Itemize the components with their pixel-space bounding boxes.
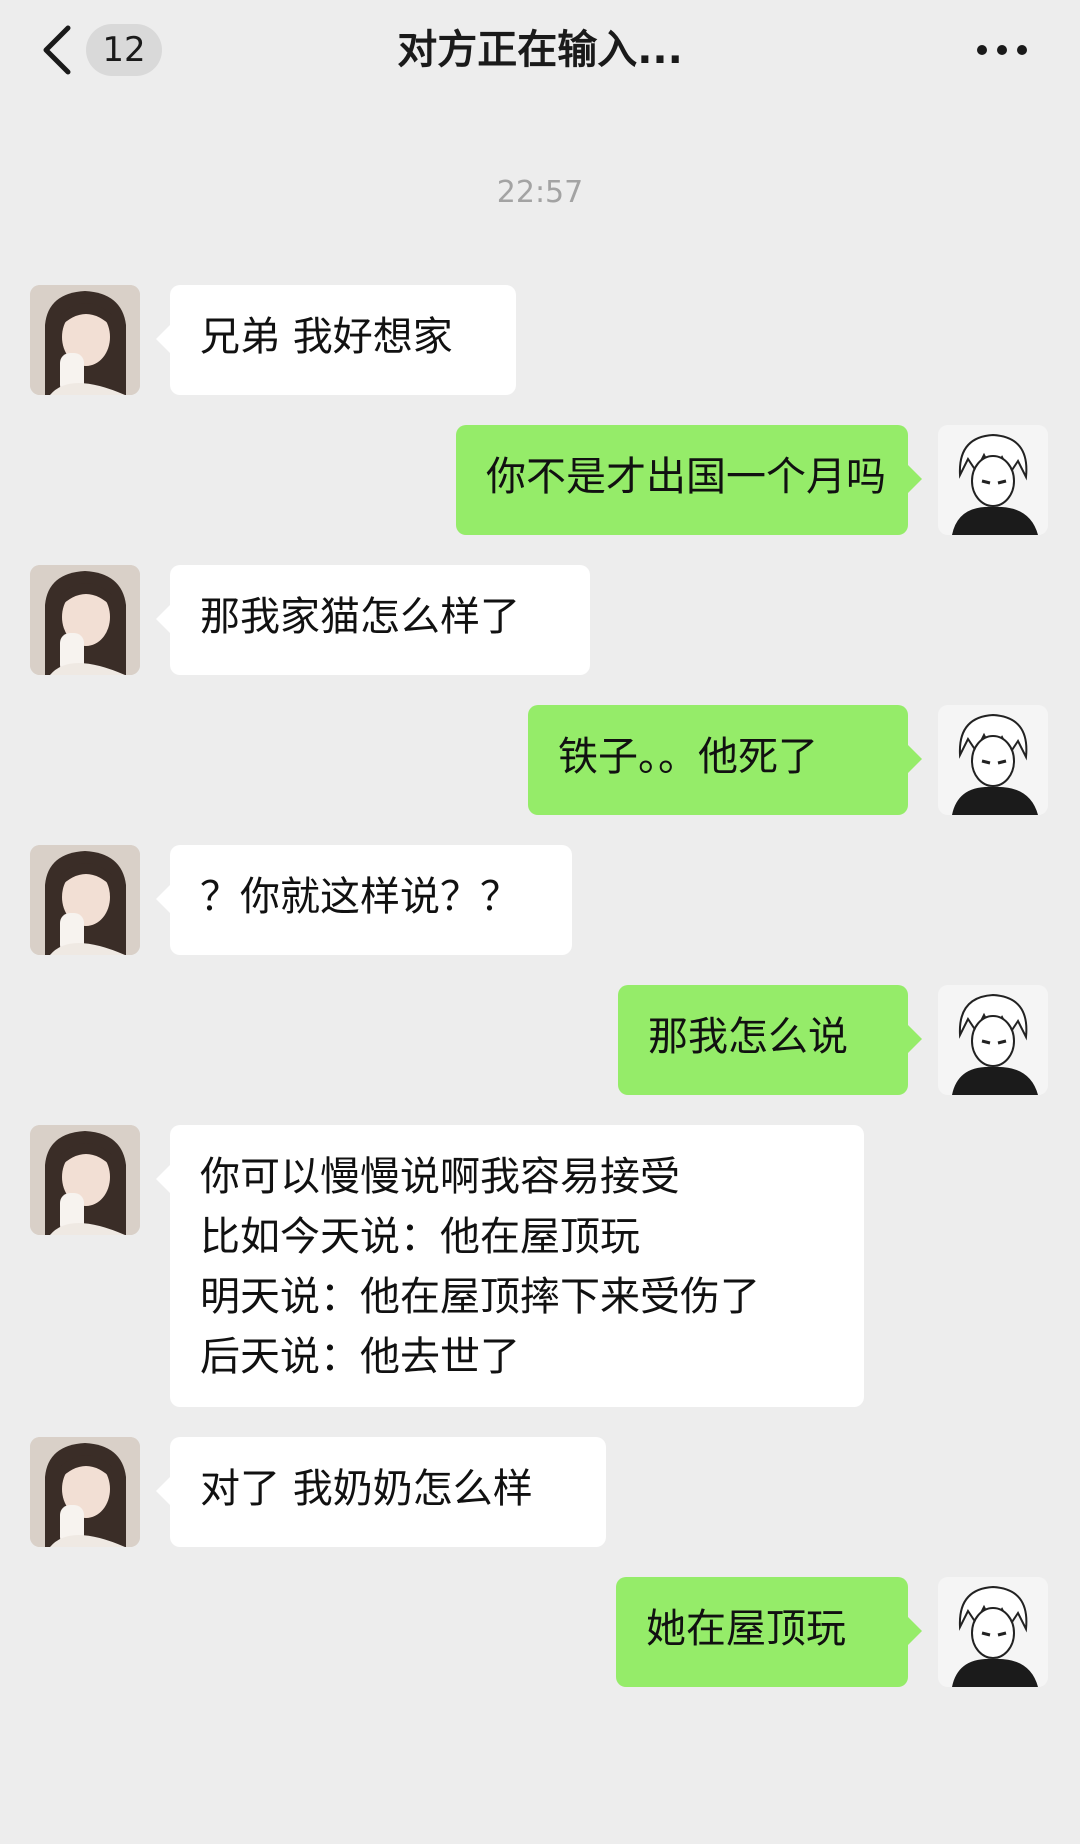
message-bubble[interactable]: 兄弟 我好想家: [156, 285, 516, 395]
chat-timestamp: 22:57: [496, 175, 584, 210]
chat-header: 12 对方正在输入...: [0, 0, 1080, 100]
my-avatar[interactable]: [938, 425, 1048, 535]
contact-avatar[interactable]: [30, 1125, 140, 1235]
message-bubble[interactable]: 那我家猫怎么样了: [156, 565, 590, 675]
message-bubble[interactable]: ？你就这样说？？: [156, 845, 572, 955]
chat-screen: 12 对方正在输入... 22:57 兄弟 我好想家 你不是才出国一个月吗 那我…: [0, 0, 1080, 1844]
unread-count-badge[interactable]: 12: [86, 24, 162, 76]
page-title: 对方正在输入...: [397, 27, 683, 73]
my-avatar[interactable]: [938, 705, 1048, 815]
more-dots-icon[interactable]: [972, 28, 1032, 72]
contact-avatar[interactable]: [30, 1437, 140, 1547]
my-avatar[interactable]: [938, 985, 1048, 1095]
contact-avatar[interactable]: [30, 565, 140, 675]
message-bubble[interactable]: 你不是才出国一个月吗: [456, 425, 922, 535]
message-bubble[interactable]: 对了 我奶奶怎么样: [156, 1437, 606, 1547]
message-bubble[interactable]: 那我怎么说: [618, 985, 922, 1095]
message-bubble[interactable]: 你可以慢慢说啊我容易接受 比如今天说：他在屋顶玩 明天说：他在屋顶摔下来受伤了 …: [156, 1125, 864, 1407]
chevron-left-icon[interactable]: [36, 22, 80, 78]
message-bubble[interactable]: 铁子。。他死了: [528, 705, 922, 815]
contact-avatar[interactable]: [30, 845, 140, 955]
contact-avatar[interactable]: [30, 285, 140, 395]
my-avatar[interactable]: [938, 1577, 1048, 1687]
message-bubble[interactable]: 她在屋顶玩: [616, 1577, 922, 1687]
